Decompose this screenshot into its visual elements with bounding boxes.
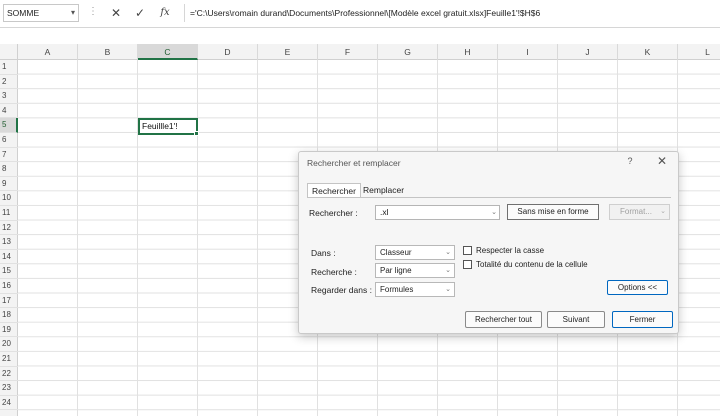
within-select[interactable]: Classeur ⌄ <box>375 245 455 260</box>
active-cell-text: Feuillle1'! <box>142 121 178 131</box>
row-header-18[interactable]: 18 <box>0 308 18 323</box>
row-header-12[interactable]: 12 <box>0 221 18 236</box>
row-header-20[interactable]: 20 <box>0 337 18 352</box>
tab-divider <box>307 197 671 198</box>
column-header-b[interactable]: B <box>78 44 138 60</box>
column-header-h[interactable]: H <box>438 44 498 60</box>
name-box-value: SOMME <box>7 8 40 18</box>
row-header-5[interactable]: 5 <box>0 118 18 133</box>
formula-input[interactable]: ='C:\Users\romain durand\Documents\Profe… <box>184 4 720 22</box>
format-button-label: Format... <box>620 207 653 216</box>
row-header-21[interactable]: 21 <box>0 352 18 367</box>
column-header-d[interactable]: D <box>198 44 258 60</box>
match-case-checkbox[interactable] <box>463 246 472 255</box>
chevron-down-icon[interactable]: ⌄ <box>660 205 666 219</box>
row-header-3[interactable]: 3 <box>0 89 18 104</box>
row-header-24[interactable]: 24 <box>0 396 18 411</box>
chevron-down-icon[interactable]: ⌄ <box>491 206 497 219</box>
entire-cell-checkbox[interactable] <box>463 260 472 269</box>
match-case-label: Respecter la casse <box>476 246 545 255</box>
row-header-9[interactable]: 9 <box>0 177 18 192</box>
row-header-23[interactable]: 23 <box>0 381 18 396</box>
select-all-corner[interactable] <box>0 44 18 60</box>
column-header-i[interactable]: I <box>498 44 558 60</box>
look-in-label: Regarder dans : <box>311 285 372 295</box>
chevron-down-icon: ⌄ <box>445 267 451 274</box>
active-cell-c5[interactable]: Feuillle1'! <box>138 118 199 136</box>
close-icon[interactable]: ✕ <box>655 154 669 168</box>
row-header-10[interactable]: 10 <box>0 191 18 206</box>
entire-cell-label: Totalité du contenu de la cellule <box>476 260 588 269</box>
row-header-13[interactable]: 13 <box>0 235 18 250</box>
formula-bar-grip: ⋮ <box>88 6 98 17</box>
within-select-value: Classeur <box>380 248 412 257</box>
row-header-19[interactable]: 19 <box>0 323 18 338</box>
column-header-g[interactable]: G <box>378 44 438 60</box>
no-format-button[interactable]: Sans mise en forme <box>507 204 599 220</box>
look-in-value: Formules <box>380 285 414 294</box>
formula-bar: SOMME ▾ ⋮ ✕ ✓ fx ='C:\Users\romain duran… <box>0 0 720 28</box>
row-header-15[interactable]: 15 <box>0 264 18 279</box>
search-order-value: Par ligne <box>380 266 412 275</box>
fill-handle[interactable] <box>194 131 199 136</box>
row-header-22[interactable]: 22 <box>0 367 18 382</box>
column-header-k[interactable]: K <box>618 44 678 60</box>
find-input-value: .xl <box>380 207 389 217</box>
tab-find[interactable]: Rechercher <box>307 183 361 198</box>
column-header-bar: ABCDEFGHIJKL <box>0 44 720 60</box>
column-header-j[interactable]: J <box>558 44 618 60</box>
options-button[interactable]: Options << <box>607 280 668 295</box>
row-header-6[interactable]: 6 <box>0 133 18 148</box>
chevron-down-icon: ⌄ <box>445 286 451 293</box>
row-header-16[interactable]: 16 <box>0 279 18 294</box>
row-header-14[interactable]: 14 <box>0 250 18 265</box>
search-order-label: Recherche : <box>311 267 357 277</box>
row-header-7[interactable]: 7 <box>0 148 18 163</box>
find-input[interactable]: .xl ⌄ <box>375 205 500 220</box>
find-label: Rechercher : <box>309 208 358 218</box>
search-order-select[interactable]: Par ligne ⌄ <box>375 263 455 278</box>
chevron-down-icon: ⌄ <box>445 249 451 256</box>
row-header-4[interactable]: 4 <box>0 104 18 119</box>
dialog-title: Rechercher et remplacer <box>307 158 401 168</box>
tab-replace[interactable]: Remplacer <box>359 183 408 198</box>
cancel-icon[interactable]: ✕ <box>108 5 124 21</box>
look-in-select[interactable]: Formules ⌄ <box>375 282 455 297</box>
find-next-button[interactable]: Suivant <box>547 311 605 328</box>
row-header-1[interactable]: 1 <box>0 60 18 75</box>
row-header-11[interactable]: 11 <box>0 206 18 221</box>
checkmark-icon[interactable]: ✓ <box>132 5 148 21</box>
row-header-bar: 1 2 3 4 5 6 7 8 9 10 11 12 13 14 15 16 17 18 19 20 21 22 23 24 <box>0 60 18 416</box>
close-button[interactable]: Fermer <box>612 311 673 328</box>
find-all-button[interactable]: Rechercher tout <box>465 311 542 328</box>
insert-function-icon[interactable]: fx <box>157 5 173 21</box>
chevron-down-icon[interactable]: ▾ <box>71 5 75 21</box>
column-header-e[interactable]: E <box>258 44 318 60</box>
help-icon[interactable]: ? <box>623 156 637 166</box>
format-button[interactable]: Format... ⌄ <box>609 204 670 220</box>
row-header-8[interactable]: 8 <box>0 162 18 177</box>
row-header-17[interactable]: 17 <box>0 294 18 309</box>
row-header-2[interactable]: 2 <box>0 75 18 90</box>
column-header-l[interactable]: L <box>678 44 720 60</box>
find-replace-dialog: Rechercher et remplacer ? ✕ Rechercher R… <box>298 151 679 334</box>
name-box[interactable]: SOMME ▾ <box>3 4 79 22</box>
within-label: Dans : <box>311 248 336 258</box>
column-header-a[interactable]: A <box>18 44 78 60</box>
column-header-c[interactable]: C <box>138 44 198 60</box>
column-header-f[interactable]: F <box>318 44 378 60</box>
